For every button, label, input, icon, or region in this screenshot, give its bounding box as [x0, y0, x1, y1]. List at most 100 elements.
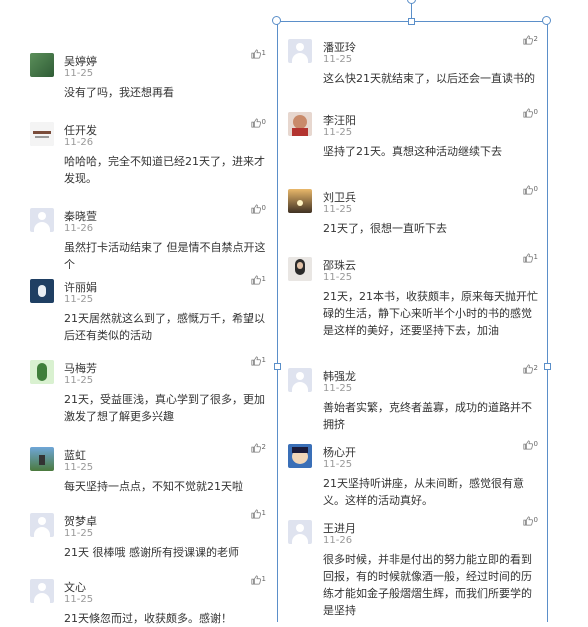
commenter-name: 李汪阳: [323, 114, 356, 127]
thumbs-up-icon: [250, 356, 261, 367]
like-button[interactable]: 1: [250, 356, 266, 367]
rotate-handle[interactable]: [407, 0, 416, 4]
thumbs-up-icon: [250, 575, 261, 586]
thumbs-up-icon: [250, 443, 261, 454]
commenter-name: 任开发: [64, 124, 97, 137]
avatar[interactable]: [288, 189, 312, 213]
avatar[interactable]: [30, 53, 54, 77]
like-button[interactable]: 1: [522, 253, 538, 264]
comment-text: 没有了吗，我还想再看: [64, 86, 174, 99]
comment-text: 虽然打卡活动结束了 但是情不自禁点开这个: [64, 241, 266, 271]
comment-date: 11-25: [64, 594, 94, 605]
comment-text: 每天坚持一点点，不知不觉就21天啦: [64, 480, 243, 493]
like-count: 2: [261, 443, 266, 451]
thumbs-up-icon: [250, 204, 261, 215]
avatar[interactable]: [30, 579, 54, 603]
like-count: 1: [533, 253, 538, 261]
avatar[interactable]: [288, 520, 312, 544]
like-count: 1: [261, 356, 266, 364]
thumbs-up-icon: [522, 35, 533, 46]
comment-date: 11-25: [323, 127, 353, 138]
comment-date: 11-26: [64, 223, 94, 234]
like-count: 0: [533, 516, 538, 524]
comment-text: 21天坚持听讲座，从未间断，感觉很有意义。这样的活动真好。: [323, 477, 524, 507]
like-button[interactable]: 0: [522, 440, 538, 451]
comment-text: 21天倏忽而过，收获颇多。感谢！: [64, 612, 232, 625]
comment-date: 11-25: [323, 272, 353, 283]
commenter-name: 马梅芳: [64, 362, 97, 375]
like-button[interactable]: 0: [250, 118, 266, 129]
like-button[interactable]: 0: [522, 108, 538, 119]
like-button[interactable]: 0: [250, 204, 266, 215]
like-button[interactable]: 2: [522, 35, 538, 46]
like-button[interactable]: 2: [250, 443, 266, 454]
like-count: 2: [533, 364, 538, 372]
like-count: 0: [261, 118, 266, 126]
avatar[interactable]: [288, 112, 312, 136]
avatar[interactable]: [30, 447, 54, 471]
comment-date: 11-25: [64, 462, 94, 473]
resize-handle-top-left[interactable]: [272, 16, 281, 25]
comment-date: 11-25: [323, 204, 353, 215]
comment-date: 11-25: [323, 459, 353, 470]
avatar[interactable]: [30, 122, 54, 146]
commenter-name: 蓝虹: [64, 449, 86, 462]
like-count: 0: [533, 185, 538, 193]
like-button[interactable]: 1: [250, 509, 266, 520]
avatar[interactable]: [30, 513, 54, 537]
commenter-name: 许丽娟: [64, 281, 97, 294]
comment-text: 善始者实繁，克终者盖寡，成功的道路并不拥挤: [323, 401, 532, 431]
avatar[interactable]: [288, 257, 312, 281]
avatar[interactable]: [30, 279, 54, 303]
comment-text: 很多时候，并非是付出的努力能立即的看到回报，有的时候就像酒一般，经过时间的历练才…: [323, 553, 532, 617]
avatar[interactable]: [288, 39, 312, 63]
commenter-name: 贺梦卓: [64, 515, 97, 528]
like-count: 0: [533, 440, 538, 448]
like-count: 1: [261, 275, 266, 283]
comment-text: 坚持了21天。真想这种活动继续下去: [323, 145, 502, 158]
resize-handle-middle-right[interactable]: [544, 363, 551, 370]
thumbs-up-icon: [522, 185, 533, 196]
resize-handle-middle-left[interactable]: [274, 363, 281, 370]
comment-text: 21天了，很想一直听下去: [323, 222, 447, 235]
commenter-name: 刘卫兵: [323, 191, 356, 204]
comment-date: 11-26: [323, 535, 353, 546]
resize-handle-top-right[interactable]: [542, 16, 551, 25]
commenter-name: 王进月: [323, 522, 356, 535]
comment-date: 11-25: [323, 54, 353, 65]
avatar[interactable]: [288, 444, 312, 468]
like-count: 0: [533, 108, 538, 116]
comment-date: 11-25: [64, 68, 94, 79]
comment-date: 11-25: [64, 528, 94, 539]
like-count: 1: [261, 509, 266, 517]
commenter-name: 吴婷婷: [64, 55, 97, 68]
comment-date: 11-25: [323, 383, 353, 394]
comment-text: 21天 很棒哦 感谢所有授课课的老师: [64, 546, 239, 559]
like-button[interactable]: 0: [522, 516, 538, 527]
like-count: 2: [533, 35, 538, 43]
like-button[interactable]: 2: [522, 364, 538, 375]
commenter-name: 杨心开: [323, 446, 356, 459]
thumbs-up-icon: [522, 253, 533, 264]
like-button[interactable]: 1: [250, 275, 266, 286]
like-button[interactable]: 1: [250, 575, 266, 586]
commenter-name: 邵珠云: [323, 259, 356, 272]
like-button[interactable]: 1: [250, 49, 266, 60]
avatar[interactable]: [30, 208, 54, 232]
comment-text: 21天居然就这么到了，感慨万千，希望以后还有类似的活动: [64, 312, 265, 342]
comment-date: 11-25: [64, 375, 94, 386]
comment-text: 哈哈哈，完全不知道已经21天了，进来才发现。: [64, 155, 265, 185]
avatar[interactable]: [30, 360, 54, 384]
thumbs-up-icon: [522, 516, 533, 527]
thumbs-up-icon: [250, 509, 261, 520]
like-count: 0: [261, 204, 266, 212]
comment-date: 11-26: [64, 137, 94, 148]
like-button[interactable]: 0: [522, 185, 538, 196]
avatar[interactable]: [288, 368, 312, 392]
commenter-name: 文心: [64, 581, 86, 594]
comment-text: 21天，21本书，收获颇丰，原来每天抛开忙碌的生活，静下心来听半个小时的书的感觉…: [323, 290, 538, 337]
like-count: 1: [261, 575, 266, 583]
thumbs-up-icon: [522, 108, 533, 119]
resize-handle-top-center[interactable]: [408, 18, 415, 25]
commenter-name: 潘亚玲: [323, 41, 356, 54]
